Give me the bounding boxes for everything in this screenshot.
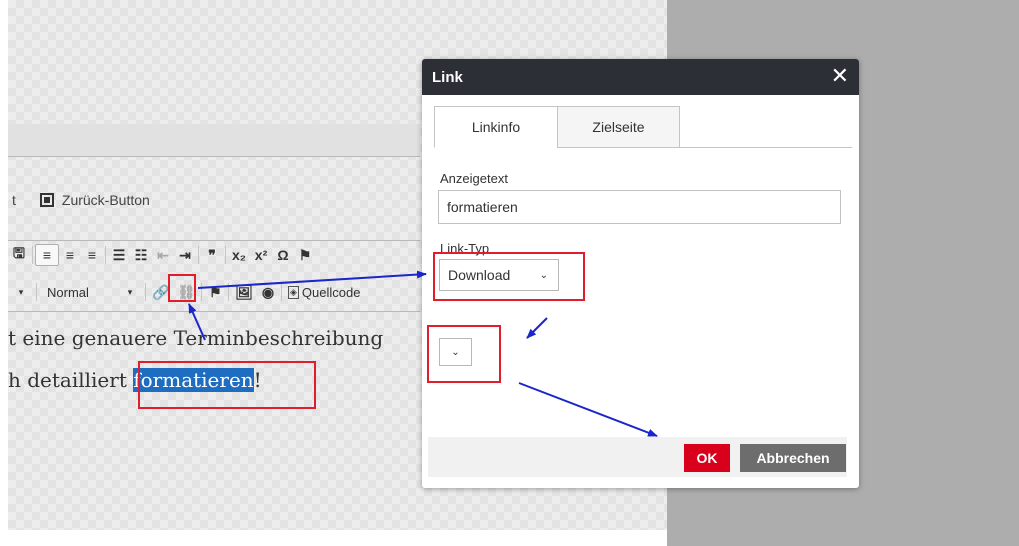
media-embed-icon[interactable]: ◉ xyxy=(257,282,279,302)
toolbar-separator xyxy=(105,246,106,264)
numbered-list-icon[interactable]: ☷ xyxy=(130,245,152,265)
blockquote-icon[interactable]: ❞ xyxy=(201,245,223,265)
source-icon: ◈ xyxy=(288,285,299,299)
zurueck-button-label: Zurück-Button xyxy=(61,192,150,208)
content-line-2: h detailliert formatieren! xyxy=(8,368,262,392)
divider-line xyxy=(8,156,420,157)
bottom-white-strip xyxy=(0,530,667,546)
superscript-icon[interactable]: x² xyxy=(250,245,272,265)
dialog-title: Link xyxy=(432,69,463,86)
toolbar-separator xyxy=(281,283,282,301)
link-type-label: Link-Typ xyxy=(440,241,490,256)
close-icon[interactable]: ✕ xyxy=(831,65,849,87)
secondary-select[interactable]: ⌄ xyxy=(439,338,472,366)
format-dropdown[interactable]: Normal xyxy=(39,282,117,302)
dialog-footer: OK Abbrechen xyxy=(428,437,847,477)
align-left-icon[interactable]: ≡ xyxy=(35,244,59,266)
bulleted-list-icon[interactable]: ☰ xyxy=(108,245,130,265)
link-type-value: Download xyxy=(448,267,511,283)
anchor-flag-icon[interactable]: ⚑ xyxy=(294,245,316,265)
anchor-icon[interactable]: ⚑ xyxy=(204,282,226,302)
content-text-before: h detailliert xyxy=(8,368,134,392)
chevron-down-icon: ⌄ xyxy=(451,346,460,358)
tab-zielseite-label: Zielseite xyxy=(592,119,645,135)
tab-zielseite[interactable]: Zielseite xyxy=(557,106,680,148)
zurueck-button-row: t Zurück-Button xyxy=(8,186,150,214)
chevron-down-icon: ⌄ xyxy=(539,269,548,281)
display-text-label: Anzeigetext xyxy=(440,171,508,186)
align-center-icon[interactable]: ≡ xyxy=(59,245,81,265)
source-button[interactable]: ◈ Quellcode xyxy=(284,282,364,302)
editor-toolbar-row-2: ▾ Normal ▾ 🔗 ⛓ ⚑ 🖼 ◉ ◈ Quellcode xyxy=(8,279,364,305)
outdent-icon[interactable]: ⇤ xyxy=(152,245,174,265)
source-label: Quellcode xyxy=(301,284,361,300)
display-text-field[interactable] xyxy=(438,190,841,224)
editor-toolbar-row-1: 🖫 ≡ ≡ ≡ ☰ ☷ ⇤ ⇥ ❞ x₂ x² Ω ⚑ xyxy=(8,242,316,268)
toolbar-separator xyxy=(225,246,226,264)
subscript-icon[interactable]: x₂ xyxy=(228,245,250,265)
unlink-icon[interactable]: ⛓ xyxy=(173,282,199,302)
dialog-titlebar: Link ✕ xyxy=(422,59,859,95)
tab-linkinfo[interactable]: Linkinfo xyxy=(434,106,558,148)
special-character-icon[interactable]: Ω xyxy=(272,245,294,265)
link-type-select[interactable]: Download ⌄ xyxy=(439,259,559,291)
selected-text[interactable]: formatieren xyxy=(133,368,254,392)
toolbar-divider xyxy=(8,311,420,312)
toolbar-divider xyxy=(8,240,420,241)
ok-button[interactable]: OK xyxy=(684,444,730,472)
toolbar-separator xyxy=(32,246,33,264)
align-right-icon[interactable]: ≡ xyxy=(81,245,103,265)
tab-linkinfo-label: Linkinfo xyxy=(471,119,521,135)
format-dropdown-arrow[interactable]: ▾ xyxy=(117,282,143,302)
link-dialog: Link ✕ Linkinfo Zielseite Anzeigetext Li… xyxy=(422,59,859,488)
toolbar2-icon-group: 🔗 ⛓ ⚑ 🖼 ◉ xyxy=(148,282,284,302)
toolbar-separator xyxy=(36,283,37,301)
truncated-text: t xyxy=(12,192,16,208)
toolbar-separator xyxy=(145,283,146,301)
content-text-after: ! xyxy=(253,368,262,392)
format-dropdown-label: Normal xyxy=(47,284,89,300)
toolbar-separator xyxy=(228,283,230,301)
field-band xyxy=(8,124,420,156)
styles-dropdown-arrow[interactable]: ▾ xyxy=(8,282,34,302)
image-icon[interactable]: 🖼 xyxy=(231,282,257,302)
link-icon[interactable]: 🔗 xyxy=(148,282,173,302)
toolbar-separator xyxy=(201,283,203,301)
content-line-1: t eine genauere Terminbeschreibung xyxy=(8,326,384,350)
toolbar-separator xyxy=(198,246,199,264)
indent-icon[interactable]: ⇥ xyxy=(174,245,196,265)
cancel-button[interactable]: Abbrechen xyxy=(740,444,846,472)
save-icon[interactable]: 🖫 xyxy=(8,245,30,265)
zurueck-button-checkbox[interactable] xyxy=(39,193,54,207)
